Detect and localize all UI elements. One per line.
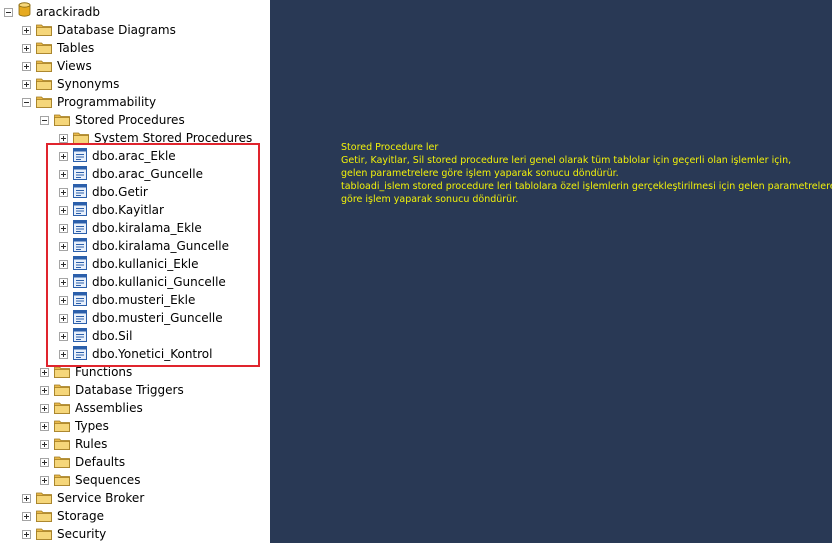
collapse-toggle-icon[interactable] [22,97,31,107]
tree-node-folder[interactable]: Rules [40,435,108,453]
database-icon [18,2,31,22]
expand-toggle-icon[interactable] [22,61,31,71]
expand-toggle-icon[interactable] [22,79,31,89]
tree-node-folder[interactable]: Database Triggers [40,381,185,399]
tree-node-label: Rules [75,437,108,451]
expand-toggle-icon[interactable] [22,43,31,53]
folder-icon [54,111,70,130]
folder-icon [36,93,52,112]
tree-node-label: Stored Procedures [75,113,185,127]
tree-node-folder[interactable]: Tables [22,39,95,57]
note-line-2: Getir, Kayitlar, Sil stored procedure le… [341,155,792,166]
tree-node-label: Types [75,419,109,433]
expand-toggle-icon[interactable] [22,529,31,539]
folder-icon [54,417,70,436]
tree-node-folder[interactable]: Types [40,417,110,435]
tree-node-label: Service Broker [57,491,145,505]
tree-node-folder[interactable]: Security [22,525,107,543]
tree-node-label: Storage [57,509,104,523]
tree-node-folder[interactable]: Defaults [40,453,126,471]
tree-node-label: Assemblies [75,401,143,415]
folder-icon [36,39,52,58]
tree-node-label: Security [57,527,107,541]
tree-node-folder[interactable]: Programmability [22,93,157,111]
folder-icon [54,453,70,472]
tree-node-label: Tables [57,41,95,55]
folder-icon [54,399,70,418]
tree-node-database[interactable]: arackiradb [4,2,101,22]
expand-toggle-icon[interactable] [22,493,31,503]
tree-node-folder[interactable]: Database Diagrams [22,21,177,39]
tree-node-label: arackiradb [36,5,101,19]
tree-node-folder[interactable]: Storage [22,507,105,525]
expand-toggle-icon[interactable] [40,439,49,449]
folder-icon [54,471,70,490]
note-line-3: gelen parametrelere göre işlem yaparak s… [341,168,619,179]
note-line-4: tabloadi_islem stored procedure leri tab… [341,181,832,192]
folder-icon [36,57,52,76]
folder-icon [36,75,52,94]
folder-icon [54,435,70,454]
procedures-highlight-box [46,143,260,367]
folder-icon [36,507,52,526]
expand-toggle-icon[interactable] [22,25,31,35]
expand-toggle-icon[interactable] [40,367,49,377]
expand-toggle-icon[interactable] [40,403,49,413]
note-line-5: göre işlem yaparak sonucu döndürür. [341,194,519,205]
tree-node-label: Database Triggers [75,383,184,397]
expand-toggle-icon[interactable] [40,475,49,485]
tree-node-folder[interactable]: Service Broker [22,489,145,507]
tree-node-label: Synonyms [57,77,120,91]
tree-node-folder[interactable]: Assemblies [40,399,144,417]
note-panel [270,0,832,543]
tree-node-folder[interactable]: Sequences [40,471,141,489]
folder-icon [36,489,52,508]
expand-toggle-icon[interactable] [40,385,49,395]
collapse-toggle-icon[interactable] [40,115,49,125]
collapse-toggle-icon[interactable] [4,7,13,17]
expand-toggle-icon[interactable] [40,457,49,467]
folder-icon [54,381,70,400]
tree-node-folder[interactable]: Views [22,57,93,75]
folder-icon [36,21,52,40]
note-line-1: Stored Procedure ler [341,142,439,153]
tree-node-label: Programmability [57,95,157,109]
folder-icon [36,525,52,543]
expand-toggle-icon[interactable] [59,133,68,143]
tree-node-stored-procedures[interactable]: Stored Procedures [40,111,186,129]
expand-toggle-icon[interactable] [40,421,49,431]
tree-node-label: Views [57,59,92,73]
tree-node-folder[interactable]: Synonyms [22,75,120,93]
tree-node-label: Defaults [75,455,126,469]
tree-node-label: Sequences [75,473,141,487]
tree-node-label: Database Diagrams [57,23,176,37]
expand-toggle-icon[interactable] [22,511,31,521]
